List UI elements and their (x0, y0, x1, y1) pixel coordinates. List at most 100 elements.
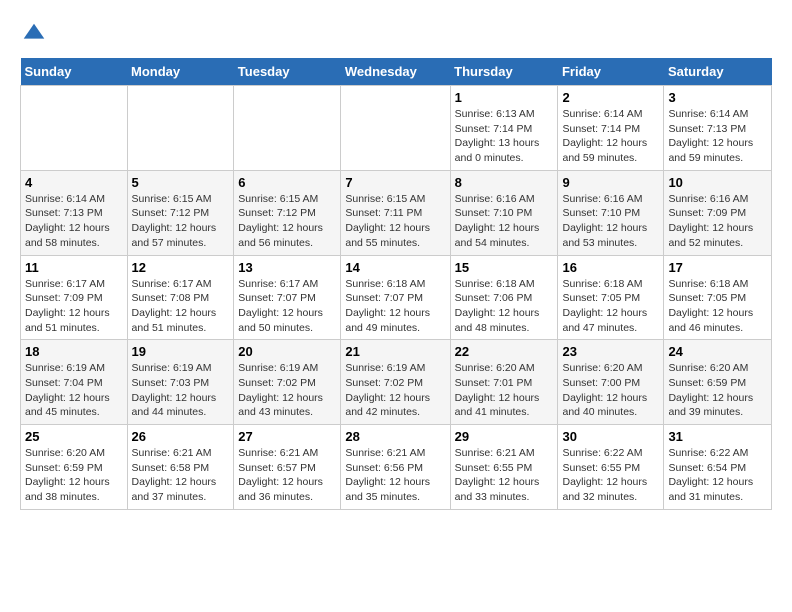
day-number: 17 (668, 260, 767, 275)
calendar-cell: 18 Sunrise: 6:19 AMSunset: 7:04 PMDayligh… (21, 340, 128, 425)
day-number: 3 (668, 90, 767, 105)
day-number: 31 (668, 429, 767, 444)
calendar-cell: 14Sunrise: 6:18 AMSunset: 7:07 PMDayligh… (341, 255, 450, 340)
calendar-table: SundayMondayTuesdayWednesdayThursdayFrid… (20, 58, 772, 510)
calendar-cell: 1Sunrise: 6:13 AMSunset: 7:14 PMDaylight… (450, 86, 558, 171)
day-header-wednesday: Wednesday (341, 58, 450, 86)
calendar-cell: 21 Sunrise: 6:19 AMSunset: 7:02 PMDayligh… (341, 340, 450, 425)
day-number: 30 (562, 429, 659, 444)
day-number: 29 (455, 429, 554, 444)
day-number: 11 (25, 260, 123, 275)
day-number: 14 (345, 260, 445, 275)
day-info: Sunrise: 6:17 AMSunset: 7:08 PMDaylight:… (132, 277, 230, 336)
calendar-cell (341, 86, 450, 171)
calendar-cell (127, 86, 234, 171)
week-row-3: 11 Sunrise: 6:17 AMSunset: 7:09 PMDayligh… (21, 255, 772, 340)
calendar-cell: 11 Sunrise: 6:17 AMSunset: 7:09 PMDayligh… (21, 255, 128, 340)
calendar-cell: 29 Sunrise: 6:21 AMSunset: 6:55 PMDayligh… (450, 425, 558, 510)
day-header-monday: Monday (127, 58, 234, 86)
day-info: Sunrise: 6:16 AMSunset: 7:10 PMDaylight:… (455, 192, 554, 251)
day-info: Sunrise: 6:19 AMSunset: 7:03 PMDaylight:… (132, 361, 230, 420)
day-number: 12 (132, 260, 230, 275)
day-number: 18 (25, 344, 123, 359)
calendar-cell (21, 86, 128, 171)
day-info: Sunrise: 6:22 AMSunset: 6:55 PMDaylight:… (562, 446, 659, 505)
logo (20, 20, 52, 48)
day-number: 23 (562, 344, 659, 359)
day-info: Sunrise: 6:21 AMSunset: 6:56 PMDaylight:… (345, 446, 445, 505)
day-number: 10 (668, 175, 767, 190)
day-header-sunday: Sunday (21, 58, 128, 86)
day-info: Sunrise: 6:20 AMSunset: 6:59 PMDaylight:… (668, 361, 767, 420)
day-info: Sunrise: 6:14 AMSunset: 7:13 PMDaylight:… (25, 192, 123, 251)
calendar-cell: 24 Sunrise: 6:20 AMSunset: 6:59 PMDayligh… (664, 340, 772, 425)
day-info: Sunrise: 6:19 AMSunset: 7:04 PMDaylight:… (25, 361, 123, 420)
calendar-cell: 7 Sunrise: 6:15 AMSunset: 7:11 PMDaylight… (341, 170, 450, 255)
day-info: Sunrise: 6:21 AMSunset: 6:57 PMDaylight:… (238, 446, 336, 505)
day-number: 28 (345, 429, 445, 444)
day-info: Sunrise: 6:21 AMSunset: 6:58 PMDaylight:… (132, 446, 230, 505)
day-info: Sunrise: 6:17 AMSunset: 7:07 PMDaylight:… (238, 277, 336, 336)
day-info: Sunrise: 6:20 AMSunset: 7:01 PMDaylight:… (455, 361, 554, 420)
calendar-cell: 3 Sunrise: 6:14 AMSunset: 7:13 PMDaylight… (664, 86, 772, 171)
day-number: 24 (668, 344, 767, 359)
logo-icon (20, 20, 48, 48)
page-header (20, 20, 772, 48)
day-number: 4 (25, 175, 123, 190)
calendar-cell: 17 Sunrise: 6:18 AMSunset: 7:05 PMDayligh… (664, 255, 772, 340)
calendar-cell: 13 Sunrise: 6:17 AMSunset: 7:07 PMDayligh… (234, 255, 341, 340)
day-header-saturday: Saturday (664, 58, 772, 86)
day-number: 9 (562, 175, 659, 190)
calendar-cell (234, 86, 341, 171)
day-number: 22 (455, 344, 554, 359)
day-info: Sunrise: 6:22 AMSunset: 6:54 PMDaylight:… (668, 446, 767, 505)
day-info: Sunrise: 6:19 AMSunset: 7:02 PMDaylight:… (345, 361, 445, 420)
day-info: Sunrise: 6:19 AMSunset: 7:02 PMDaylight:… (238, 361, 336, 420)
calendar-cell: 5 Sunrise: 6:15 AMSunset: 7:12 PMDaylight… (127, 170, 234, 255)
day-info: Sunrise: 6:20 AMSunset: 6:59 PMDaylight:… (25, 446, 123, 505)
day-info: Sunrise: 6:16 AMSunset: 7:10 PMDaylight:… (562, 192, 659, 251)
day-info: Sunrise: 6:18 AMSunset: 7:06 PMDaylight:… (455, 277, 554, 336)
calendar-cell: 4 Sunrise: 6:14 AMSunset: 7:13 PMDaylight… (21, 170, 128, 255)
day-info: Sunrise: 6:20 AMSunset: 7:00 PMDaylight:… (562, 361, 659, 420)
day-info: Sunrise: 6:13 AMSunset: 7:14 PMDaylight:… (455, 107, 554, 166)
week-row-5: 25Sunrise: 6:20 AMSunset: 6:59 PMDayligh… (21, 425, 772, 510)
calendar-cell: 12 Sunrise: 6:17 AMSunset: 7:08 PMDayligh… (127, 255, 234, 340)
day-number: 2 (562, 90, 659, 105)
header-row: SundayMondayTuesdayWednesdayThursdayFrid… (21, 58, 772, 86)
calendar-cell: 8 Sunrise: 6:16 AMSunset: 7:10 PMDaylight… (450, 170, 558, 255)
calendar-cell: 9 Sunrise: 6:16 AMSunset: 7:10 PMDaylight… (558, 170, 664, 255)
day-header-friday: Friday (558, 58, 664, 86)
day-header-thursday: Thursday (450, 58, 558, 86)
calendar-cell: 2Sunrise: 6:14 AMSunset: 7:14 PMDaylight… (558, 86, 664, 171)
week-row-2: 4 Sunrise: 6:14 AMSunset: 7:13 PMDaylight… (21, 170, 772, 255)
calendar-cell: 28 Sunrise: 6:21 AMSunset: 6:56 PMDayligh… (341, 425, 450, 510)
day-info: Sunrise: 6:21 AMSunset: 6:55 PMDaylight:… (455, 446, 554, 505)
day-info: Sunrise: 6:18 AMSunset: 7:05 PMDaylight:… (562, 277, 659, 336)
calendar-cell: 20Sunrise: 6:19 AMSunset: 7:02 PMDayligh… (234, 340, 341, 425)
day-info: Sunrise: 6:15 AMSunset: 7:11 PMDaylight:… (345, 192, 445, 251)
calendar-cell: 26Sunrise: 6:21 AMSunset: 6:58 PMDayligh… (127, 425, 234, 510)
calendar-cell: 22 Sunrise: 6:20 AMSunset: 7:01 PMDayligh… (450, 340, 558, 425)
calendar-cell: 23 Sunrise: 6:20 AMSunset: 7:00 PMDayligh… (558, 340, 664, 425)
day-number: 13 (238, 260, 336, 275)
calendar-cell: 15 Sunrise: 6:18 AMSunset: 7:06 PMDayligh… (450, 255, 558, 340)
day-number: 5 (132, 175, 230, 190)
calendar-cell: 19 Sunrise: 6:19 AMSunset: 7:03 PMDayligh… (127, 340, 234, 425)
day-number: 6 (238, 175, 336, 190)
day-number: 16 (562, 260, 659, 275)
day-info: Sunrise: 6:14 AMSunset: 7:13 PMDaylight:… (668, 107, 767, 166)
day-number: 21 (345, 344, 445, 359)
day-info: Sunrise: 6:15 AMSunset: 7:12 PMDaylight:… (238, 192, 336, 251)
calendar-cell: 6 Sunrise: 6:15 AMSunset: 7:12 PMDaylight… (234, 170, 341, 255)
day-info: Sunrise: 6:17 AMSunset: 7:09 PMDaylight:… (25, 277, 123, 336)
day-number: 19 (132, 344, 230, 359)
day-number: 8 (455, 175, 554, 190)
calendar-cell: 27Sunrise: 6:21 AMSunset: 6:57 PMDayligh… (234, 425, 341, 510)
day-info: Sunrise: 6:15 AMSunset: 7:12 PMDaylight:… (132, 192, 230, 251)
day-info: Sunrise: 6:18 AMSunset: 7:05 PMDaylight:… (668, 277, 767, 336)
day-number: 15 (455, 260, 554, 275)
calendar-cell: 25Sunrise: 6:20 AMSunset: 6:59 PMDayligh… (21, 425, 128, 510)
day-number: 7 (345, 175, 445, 190)
calendar-cell: 10Sunrise: 6:16 AMSunset: 7:09 PMDayligh… (664, 170, 772, 255)
